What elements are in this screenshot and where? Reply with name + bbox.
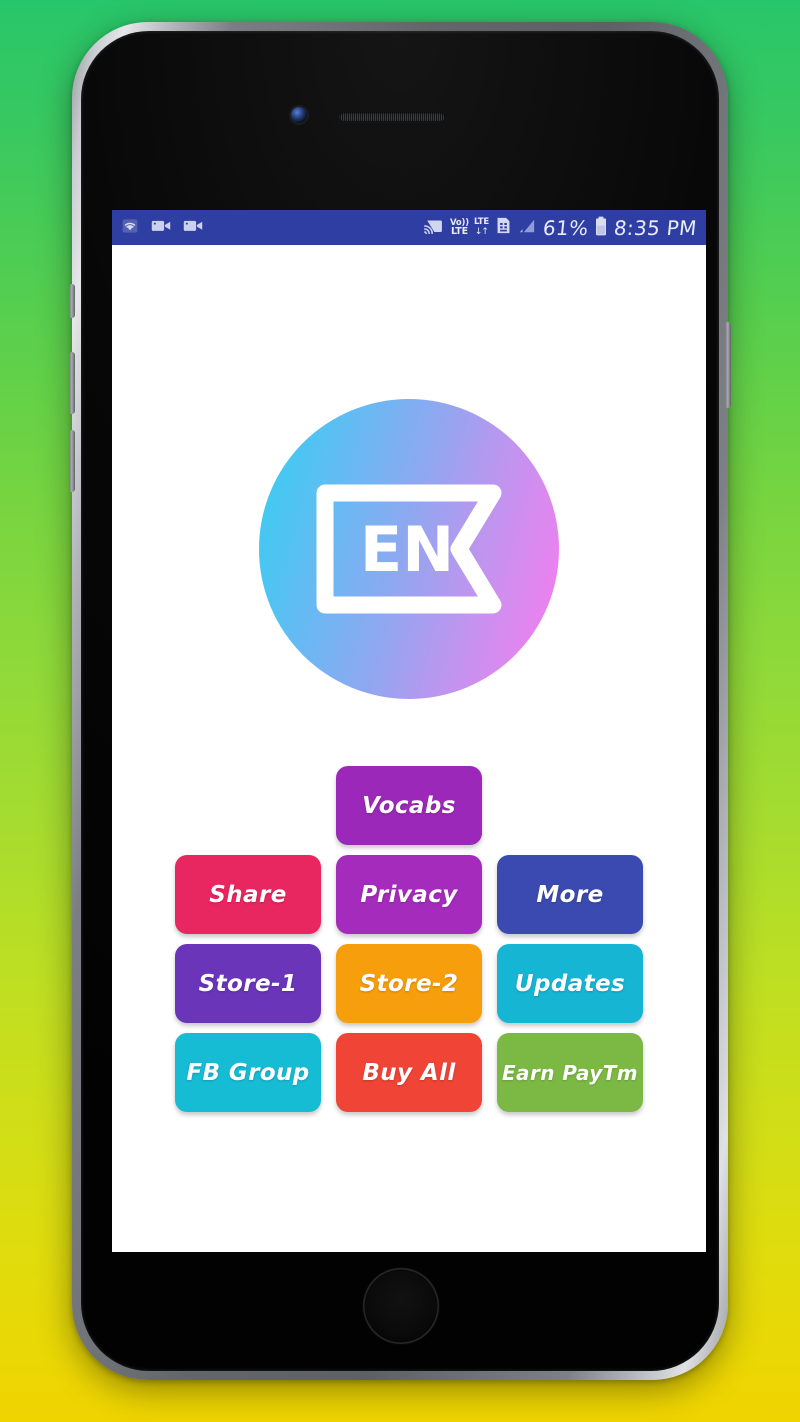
menu-button-earn-paytm[interactable]: Earn PayTm [497,1033,643,1112]
status-bar: Vo)) LTE LTE ↓↑ 61% 8:35 PM [112,210,706,245]
sim-card-icon [496,217,511,238]
screen-record-icon-2 [183,218,203,237]
menu-button-privacy[interactable]: Privacy [336,855,482,934]
volume-down-button[interactable] [69,430,75,492]
volte-bottom-label: LTE [451,226,468,237]
cast-icon [424,218,443,238]
phone-device-frame: Vo)) LTE LTE ↓↑ 61% 8:35 PM EN Vocabs Sh… [69,22,731,1380]
lte-label: LTE [473,217,489,228]
home-button[interactable] [363,1268,439,1344]
app-home-screen: EN Vocabs Share Privacy More Store-1 Sto… [112,245,706,1252]
status-bar-right-group: Vo)) LTE LTE ↓↑ 61% 8:35 PM [424,215,699,240]
wifi-icon [121,218,139,238]
status-bar-clock: 8:35 PM [613,215,699,240]
signal-bars-icon [518,218,536,238]
menu-button-buy-all[interactable]: Buy All [336,1033,482,1112]
menu-button-store-2[interactable]: Store-2 [336,944,482,1023]
menu-button-fb-group[interactable]: FB Group [175,1033,321,1112]
battery-percent-label: 61% [541,215,590,240]
earpiece-speaker-grill [339,112,445,121]
status-bar-left-group [121,218,203,238]
phone-screen: Vo)) LTE LTE ↓↑ 61% 8:35 PM EN Vocabs Sh… [112,210,706,1252]
lte-arrows-label: ↓↑ [474,226,489,237]
phone-bezel: Vo)) LTE LTE ↓↑ 61% 8:35 PM EN Vocabs Sh… [81,31,719,1371]
en-app-logo: EN [259,399,559,699]
menu-row-3: Store-1 Store-2 Updates [112,944,706,1023]
screen-record-icon-1 [151,218,171,237]
silent-switch-button[interactable] [69,284,75,318]
menu-button-vocabs[interactable]: Vocabs [336,766,482,845]
menu-row-1: Vocabs [112,766,706,845]
front-camera-icon [291,107,307,123]
volume-up-button[interactable] [69,352,75,414]
menu-button-grid: Vocabs Share Privacy More Store-1 Store-… [112,766,706,1122]
menu-button-updates[interactable]: Updates [497,944,643,1023]
logo-text: EN [360,513,454,586]
screenshot-stage: Vo)) LTE LTE ↓↑ 61% 8:35 PM EN Vocabs Sh… [0,0,800,1422]
menu-row-4: FB Group Buy All Earn PayTm [112,1033,706,1112]
volte-icon: Vo)) LTE [450,218,469,237]
menu-row-2: Share Privacy More [112,855,706,934]
power-button[interactable] [725,322,731,408]
menu-button-more[interactable]: More [497,855,643,934]
menu-button-store-1[interactable]: Store-1 [175,944,321,1023]
lte-data-icon: LTE ↓↑ [474,218,489,237]
battery-icon [595,216,607,240]
menu-button-share[interactable]: Share [175,855,321,934]
